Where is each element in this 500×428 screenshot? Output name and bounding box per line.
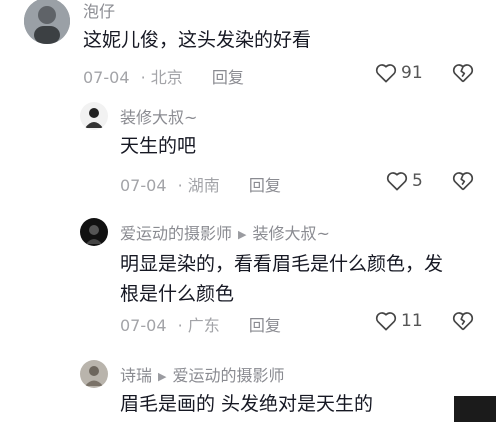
location-text: 湖南 (187, 176, 220, 195)
broken-heart-icon (452, 312, 474, 331)
location-text: 北京 (150, 68, 183, 87)
like-count: 5 (412, 171, 423, 191)
reply-date: 07-04 (120, 176, 167, 195)
heart-outline-icon (375, 64, 397, 83)
reply-text: 明显是染的，看看眉毛是什么颜色，发 根是什么颜色 (120, 249, 480, 309)
reply-date: 07-04 (120, 316, 167, 335)
dislike-button[interactable] (452, 311, 474, 335)
username-text: 诗瑞 (120, 366, 153, 385)
username-text: 爱运动的摄影师 (120, 224, 233, 243)
location-text: 广东 (187, 316, 220, 335)
like-count: 11 (401, 311, 423, 331)
like-button[interactable]: 91 (375, 63, 423, 83)
right-triangle-icon: ▶ (158, 370, 167, 383)
reply-item: 诗瑞 ▶ 爱运动的摄影师 眉毛是画的 头发绝对是天生的 (0, 358, 500, 428)
reply-text-line: 明显是染的，看看眉毛是什么颜色，发 (120, 253, 444, 275)
broken-heart-icon (452, 64, 474, 83)
reply-button[interactable]: 回复 (249, 176, 281, 195)
reply-target: 爱运动的摄影师 (172, 366, 285, 385)
like-button[interactable]: 11 (375, 311, 423, 331)
reply-item: 爱运动的摄影师 ▶ 装修大叔~ 明显是染的，看看眉毛是什么颜色，发 根是什么颜色 0… (0, 216, 500, 346)
reply-meta: 07-04 · 湖南 回复 (120, 172, 281, 196)
avatar[interactable] (80, 102, 108, 130)
dislike-button[interactable] (452, 171, 474, 195)
avatar[interactable] (24, 0, 70, 44)
reply-location: · 广东 (177, 316, 220, 335)
dislike-button[interactable] (452, 63, 474, 87)
broken-heart-icon (452, 172, 474, 191)
reply-text: 眉毛是画的 头发绝对是天生的 (120, 393, 374, 415)
reply-username[interactable]: 爱运动的摄影师 ▶ 装修大叔~ (120, 220, 330, 244)
comment-username[interactable]: 泡仔 (83, 0, 115, 22)
comment-text: 这妮儿俊，这头发染的好看 (83, 29, 312, 51)
reply-text: 天生的吧 (120, 135, 197, 157)
heart-outline-icon (375, 312, 397, 331)
username-text: 装修大叔 (120, 108, 185, 127)
username-suffix: ~ (316, 224, 330, 243)
reply-target: 装修大叔 (252, 224, 317, 243)
comment-date: 07-04 (83, 68, 130, 87)
reply-meta: 07-04 · 广东 回复 (120, 312, 281, 336)
reply-button[interactable]: 回复 (249, 316, 281, 335)
comment-meta: 07-04 · 北京 回复 (83, 64, 244, 88)
like-count: 91 (401, 63, 423, 83)
like-button[interactable]: 5 (386, 171, 423, 191)
comment-item: 泡仔 这妮儿俊，这头发染的好看 07-04 · 北京 回复 91 (0, 0, 500, 90)
comment-location: · 北京 (140, 68, 183, 87)
heart-outline-icon (386, 172, 408, 191)
reply-location: · 湖南 (177, 176, 220, 195)
reply-username[interactable]: 装修大叔~ (120, 104, 197, 128)
corner-overlay (454, 396, 496, 422)
right-triangle-icon: ▶ (238, 228, 247, 241)
username-suffix: ~ (184, 108, 198, 127)
reply-item: 装修大叔~ 天生的吧 07-04 · 湖南 回复 5 (0, 100, 500, 200)
avatar[interactable] (80, 360, 108, 388)
reply-button[interactable]: 回复 (212, 68, 244, 87)
reply-text-line: 根是什么颜色 (120, 283, 235, 305)
reply-username[interactable]: 诗瑞 ▶ 爱运动的摄影师 (120, 362, 285, 386)
avatar[interactable] (80, 218, 108, 246)
